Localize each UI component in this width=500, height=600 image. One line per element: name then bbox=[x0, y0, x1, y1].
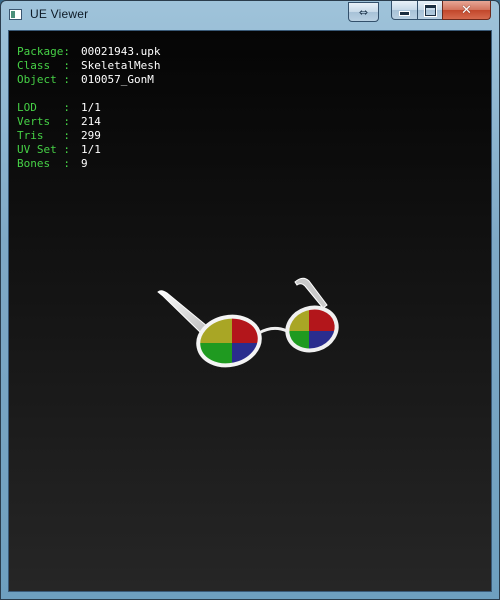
3d-viewport[interactable]: Package: 00021943.upk Class : SkeletalMesh… bbox=[8, 30, 492, 592]
info-value: 9 bbox=[81, 157, 88, 170]
info-row-object: Object : 010057_GonM bbox=[17, 73, 160, 87]
info-key: Tris : bbox=[17, 129, 70, 142]
right-temple-arm bbox=[294, 277, 328, 309]
swap-button[interactable]: ⇔ bbox=[348, 2, 379, 22]
info-key: Object : bbox=[17, 73, 70, 86]
minimize-button[interactable] bbox=[391, 1, 418, 20]
info-value: 214 bbox=[81, 115, 101, 128]
maximize-icon bbox=[424, 4, 436, 16]
maximize-button[interactable] bbox=[417, 1, 443, 20]
info-value: SkeletalMesh bbox=[81, 59, 161, 72]
ue-viewer-window: UE Viewer ⇔ ✕ Package: 00021943.upk Class… bbox=[0, 0, 500, 600]
close-icon: ✕ bbox=[461, 2, 472, 18]
info-key: Verts : bbox=[17, 115, 70, 128]
info-row-lod: LOD : 1/1 bbox=[17, 101, 160, 115]
info-key: UV Set : bbox=[17, 143, 70, 156]
info-key: Class : bbox=[17, 59, 70, 72]
info-key: Package: bbox=[17, 45, 70, 58]
sunglasses-mesh-render bbox=[157, 277, 342, 370]
info-key: Bones : bbox=[17, 157, 70, 170]
info-row-verts: Verts : 214 bbox=[17, 115, 160, 129]
title-bar[interactable]: UE Viewer ⇔ ✕ bbox=[1, 1, 499, 29]
window-title: UE Viewer bbox=[30, 7, 89, 21]
info-row-tris: Tris : 299 bbox=[17, 129, 160, 143]
left-temple-arm bbox=[157, 290, 208, 334]
swap-arrows-icon: ⇔ bbox=[358, 5, 369, 19]
info-row-uvset: UV Set : 1/1 bbox=[17, 143, 160, 157]
info-row-bones: Bones : 9 bbox=[17, 157, 160, 171]
app-icon bbox=[9, 9, 22, 20]
info-row-package: Package: 00021943.upk bbox=[17, 45, 160, 59]
nose-bridge bbox=[258, 326, 288, 335]
info-value: 00021943.upk bbox=[81, 45, 161, 58]
close-button[interactable]: ✕ bbox=[442, 1, 491, 20]
info-value: 010057_GonM bbox=[81, 73, 154, 86]
info-key: LOD : bbox=[17, 101, 70, 114]
info-value: 299 bbox=[81, 129, 101, 142]
info-value: 1/1 bbox=[81, 143, 101, 156]
mesh-info-panel: Package: 00021943.upk Class : SkeletalMesh… bbox=[17, 45, 160, 171]
info-row-class: Class : SkeletalMesh bbox=[17, 59, 160, 73]
minimize-icon bbox=[399, 11, 410, 16]
info-value: 1/1 bbox=[81, 101, 101, 114]
